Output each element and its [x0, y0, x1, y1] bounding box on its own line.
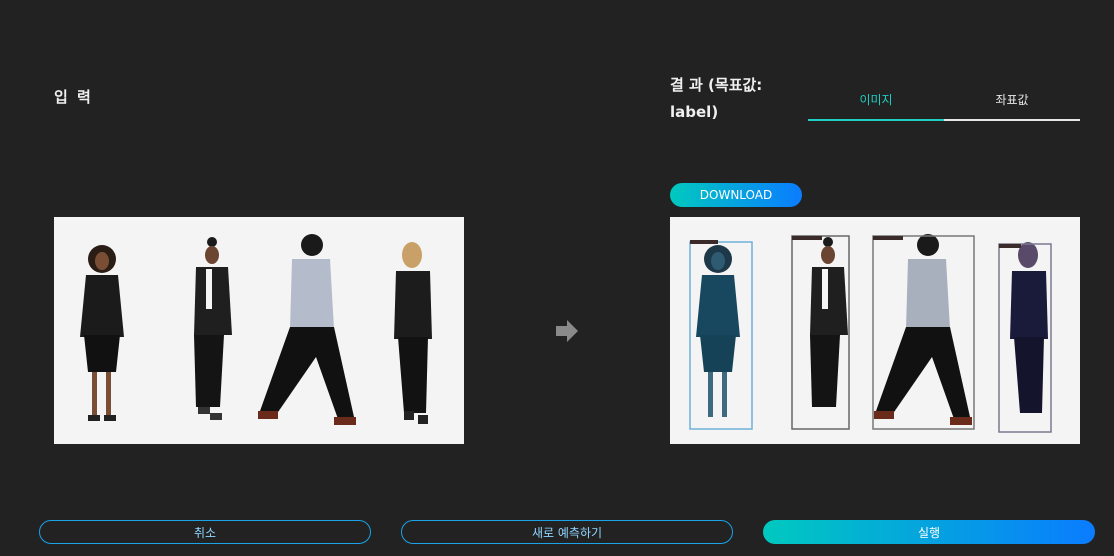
result-tabs: 이미지 좌표값 [808, 80, 1080, 121]
input-image [54, 217, 464, 444]
download-button[interactable]: DOWNLOAD [670, 183, 802, 207]
person-figure [874, 234, 972, 425]
person-figure [258, 234, 356, 425]
box-label [873, 236, 903, 240]
person-figure [696, 245, 740, 417]
box-label [690, 240, 718, 244]
tab-image[interactable]: 이미지 [808, 80, 944, 121]
person-figure [80, 245, 124, 421]
new-predict-button[interactable]: 새로 예측하기 [401, 520, 733, 544]
input-people-illustration [80, 234, 432, 425]
result-title: 결 과 (목표값: label) [670, 76, 763, 121]
input-title: 입 력 [54, 88, 93, 106]
arrow-right-icon [556, 320, 578, 342]
output-detection-illustration [689, 234, 1052, 433]
tab-coordinates[interactable]: 좌표값 [944, 80, 1080, 121]
person-figure [1010, 242, 1048, 413]
person-figure [810, 237, 848, 407]
person-figure [194, 237, 232, 420]
box-label [792, 236, 822, 240]
cancel-button[interactable]: 취소 [39, 520, 371, 544]
run-button[interactable]: 실행 [763, 520, 1095, 544]
box-label [999, 244, 1021, 248]
output-image [670, 217, 1080, 444]
person-figure [394, 242, 432, 424]
